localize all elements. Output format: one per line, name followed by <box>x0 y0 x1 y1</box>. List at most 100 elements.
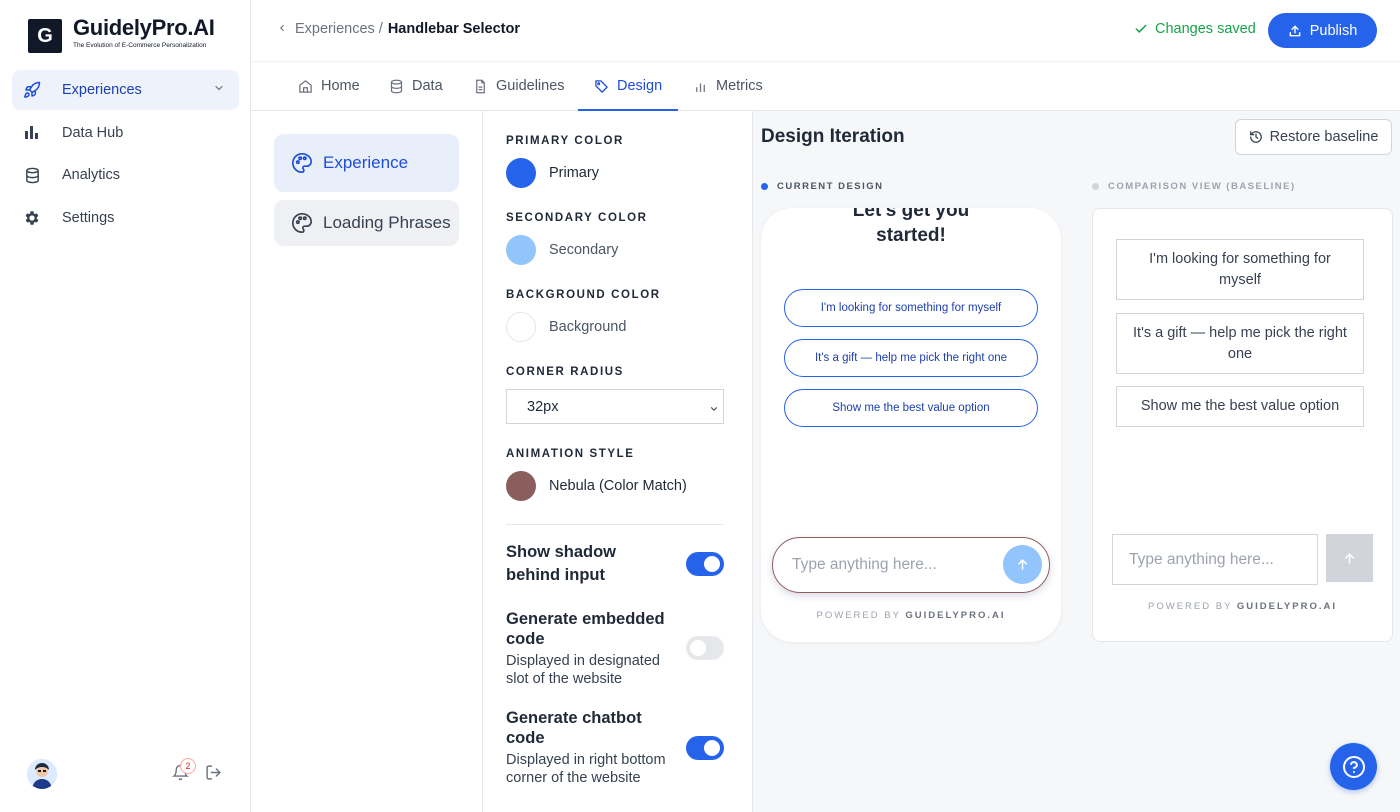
option-button[interactable]: I'm looking for something for myself <box>784 289 1038 327</box>
save-status: Changes saved <box>1134 21 1256 37</box>
sidebar: G GuidelyPro.AI The Evolution of E-Comme… <box>0 0 251 812</box>
tab-label: Guidelines <box>496 78 565 94</box>
background-color-label: Background <box>549 319 627 335</box>
secondary-color-swatch[interactable] <box>506 235 536 265</box>
breadcrumb-parent[interactable]: Experiences <box>295 21 375 37</box>
tab-label: Metrics <box>716 78 763 94</box>
current-design-label: CURRENT DESIGN <box>761 181 884 192</box>
upload-icon <box>1289 24 1301 36</box>
restore-baseline-label: Restore baseline <box>1269 129 1379 145</box>
tab-metrics[interactable]: Metrics <box>693 62 763 110</box>
logout-icon[interactable] <box>205 764 222 786</box>
sidebar-nav: Experiences Data Hub Analytics Settings <box>12 70 239 240</box>
subnav-label: Loading Phrases <box>323 213 451 232</box>
tab-design[interactable]: Design <box>577 62 679 111</box>
option-button[interactable]: Show me the best value option <box>784 389 1038 427</box>
toggle-description: Displayed in designated slot of the webs… <box>506 653 660 687</box>
shadow-toggle[interactable] <box>686 552 724 576</box>
secondary-color-label: Secondary <box>549 242 619 258</box>
tag-icon <box>595 79 608 93</box>
corner-radius-heading: CORNER RADIUS <box>506 366 624 378</box>
design-subnav: Experience Loading Phrases <box>251 111 483 812</box>
toggle-title: Generate chatbot code <box>506 709 642 747</box>
baseline-label-text: COMPARISON VIEW (BASELINE) <box>1108 181 1296 192</box>
subnav-item-loading-phrases[interactable]: Loading Phrases <box>274 200 459 246</box>
widget-heading: started! <box>876 225 946 246</box>
secondary-color-picker[interactable]: Secondary <box>506 235 618 265</box>
corner-radius-select[interactable]: 32px <box>506 389 724 424</box>
bar-chart-icon <box>22 123 42 143</box>
background-color-heading: BACKGROUND COLOR <box>506 289 661 301</box>
toggle-knob <box>704 556 720 572</box>
sidebar-item-label: Settings <box>62 209 115 226</box>
notification-badge: 2 <box>180 758 196 774</box>
baseline-widget: I'm looking for something for myself It'… <box>1092 208 1393 642</box>
home-icon <box>299 79 312 93</box>
design-settings-panel: PRIMARY COLOR Primary SECONDARY COLOR Se… <box>483 111 753 812</box>
send-button[interactable] <box>1003 545 1042 584</box>
palette-icon <box>292 153 312 173</box>
option-button[interactable]: It's a gift — help me pick the right one <box>784 339 1038 377</box>
page-title: Handlebar Selector <box>387 21 520 37</box>
animation-style-picker[interactable]: Nebula (Color Match) <box>506 471 687 501</box>
tab-home[interactable]: Home <box>298 62 360 110</box>
chevron-down-icon[interactable] <box>213 82 225 98</box>
chevron-left-icon[interactable] <box>277 21 287 37</box>
primary-color-heading: PRIMARY COLOR <box>506 135 624 147</box>
avatar[interactable] <box>27 759 57 789</box>
animation-style-heading: ANIMATION STYLE <box>506 448 635 460</box>
save-status-label: Changes saved <box>1155 21 1256 37</box>
sidebar-item-label: Experiences <box>62 82 142 98</box>
primary-color-picker[interactable]: Primary <box>506 158 599 188</box>
sidebar-item-experiences[interactable]: Experiences <box>12 70 239 110</box>
sidebar-item-analytics[interactable]: Analytics <box>12 155 239 195</box>
tab-guidelines[interactable]: Guidelines <box>473 62 565 110</box>
toggle-title: Generate embedded code <box>506 610 665 648</box>
help-button[interactable] <box>1330 743 1377 790</box>
animation-color-swatch[interactable] <box>506 471 536 501</box>
primary-color-label: Primary <box>549 165 599 181</box>
breadcrumb: Experiences / Handlebar Selector <box>277 21 520 37</box>
tab-label: Home <box>321 78 360 94</box>
widget-input[interactable]: Type anything here... <box>772 537 1050 593</box>
widget-input-placeholder: Type anything here... <box>792 556 937 573</box>
baseline-input-placeholder: Type anything here... <box>1129 550 1274 568</box>
baseline-send-button[interactable] <box>1326 534 1373 582</box>
option-button[interactable]: Show me the best value option <box>1116 386 1364 427</box>
chevron-down-icon <box>709 402 719 418</box>
option-button[interactable]: I'm looking for something for myself <box>1116 239 1364 300</box>
preview-title: Design Iteration <box>761 126 905 147</box>
background-color-picker[interactable]: Background <box>506 312 626 342</box>
animation-style-label: Nebula (Color Match) <box>549 478 687 494</box>
chatbot-code-toggle[interactable] <box>686 736 724 760</box>
current-design-widget: Let's get you started! I'm looking for s… <box>761 208 1061 642</box>
restore-baseline-button[interactable]: Restore baseline <box>1235 119 1392 155</box>
embedded-code-toggle[interactable] <box>686 636 724 660</box>
toggle-description: Displayed in right bottom corner of the … <box>506 752 666 786</box>
toggle-title: Show shadow behind input <box>506 543 617 584</box>
tab-label: Design <box>617 78 663 94</box>
tab-data[interactable]: Data <box>389 62 443 110</box>
bar-chart-icon <box>696 82 705 92</box>
palette-icon <box>292 213 312 233</box>
sidebar-item-settings[interactable]: Settings <box>12 198 239 238</box>
baseline-label: COMPARISON VIEW (BASELINE) <box>1092 181 1296 192</box>
brand-logo[interactable]: G GuidelyPro.AI The Evolution of E-Comme… <box>28 17 215 53</box>
sidebar-item-label: Data Hub <box>62 124 124 141</box>
baseline-input[interactable]: Type anything here... <box>1112 534 1318 585</box>
check-icon <box>1135 24 1147 33</box>
divider <box>506 524 724 525</box>
sidebar-footer: 2 <box>0 752 250 812</box>
widget-heading-top: Let's get you <box>852 208 970 221</box>
arrow-up-icon <box>1345 552 1354 564</box>
powered-by-prefix: POWERED BY <box>1148 601 1233 612</box>
powered-by: POWERED BY GUIDELYPRO.AI <box>761 610 1061 621</box>
embedded-code-toggle-row: Generate embedded code Displayed in desi… <box>506 609 724 688</box>
sidebar-item-data-hub[interactable]: Data Hub <box>12 113 239 153</box>
option-button[interactable]: It's a gift — help me pick the right one <box>1116 313 1364 374</box>
primary-color-swatch[interactable] <box>506 158 536 188</box>
background-color-swatch[interactable] <box>506 312 536 342</box>
database-icon <box>390 79 403 93</box>
subnav-item-experience[interactable]: Experience <box>274 134 459 192</box>
publish-button[interactable]: Publish <box>1268 13 1377 48</box>
